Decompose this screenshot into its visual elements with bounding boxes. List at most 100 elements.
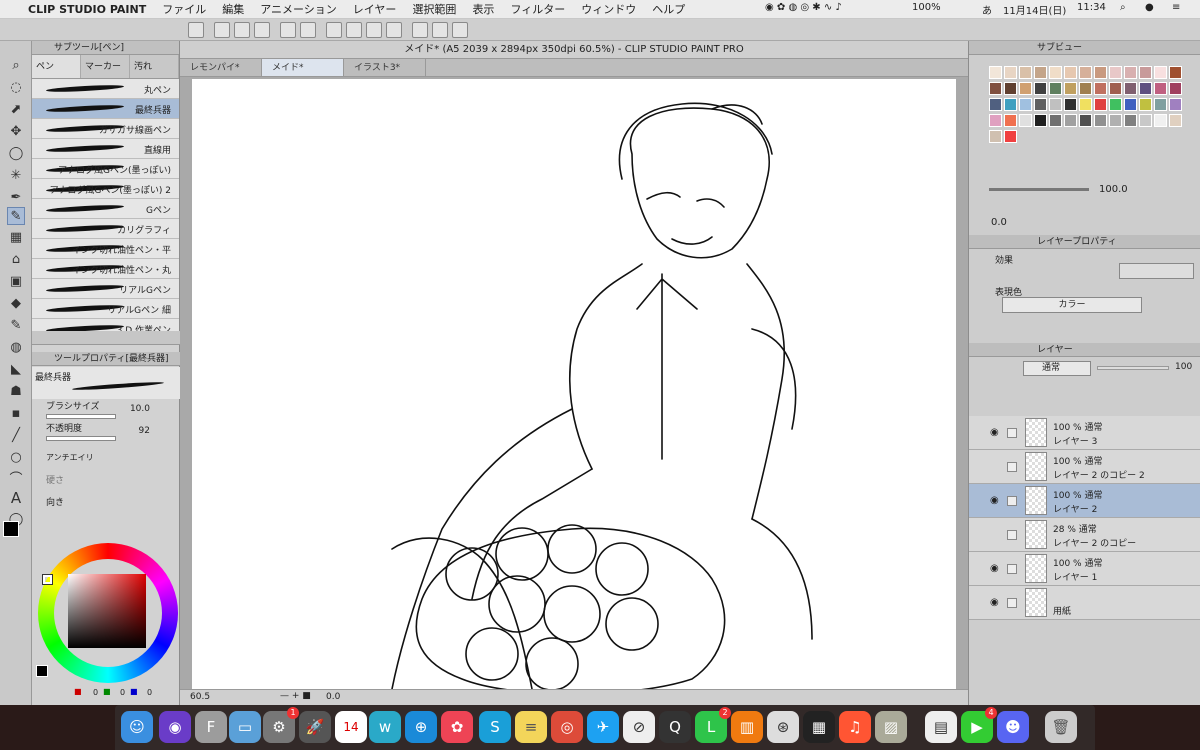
figure-tool-icon[interactable]: ☗	[7, 383, 25, 401]
brush-item[interactable]: リアルGペン 細	[32, 299, 179, 319]
brush-item[interactable]: アナログ風Gペン(墨っぽい) 2	[32, 179, 179, 199]
opacity-value[interactable]: 92	[139, 425, 150, 437]
document-icon[interactable]: ▤	[925, 711, 957, 743]
brush-item[interactable]: アナログ風Gペン(墨っぽい)	[32, 159, 179, 179]
layer-checkbox[interactable]	[1007, 598, 1017, 608]
save-file-icon[interactable]	[254, 22, 270, 38]
ruler-tool-icon[interactable]: ⌒	[7, 471, 25, 489]
open-file-icon[interactable]	[234, 22, 250, 38]
final-cut-icon[interactable]: ▦	[803, 711, 835, 743]
clip-studio-dock-icon[interactable]: ⊘	[623, 711, 655, 743]
siri-icon[interactable]: ●	[1145, 2, 1154, 13]
palette-swatch[interactable]	[1064, 82, 1077, 95]
input-method[interactable]: あ	[982, 2, 992, 17]
palette-swatch[interactable]	[989, 82, 1002, 95]
palette-swatch[interactable]	[1094, 82, 1107, 95]
palette-swatch[interactable]	[1064, 114, 1077, 127]
palette-swatch[interactable]	[1109, 114, 1122, 127]
transform-icon[interactable]	[386, 22, 402, 38]
subview-zoom-value[interactable]: 100.0	[1099, 184, 1128, 195]
layer-checkbox[interactable]	[1007, 530, 1017, 540]
saturation-value-square[interactable]	[68, 574, 146, 648]
brush-item[interactable]: インク切れ油性ペン・丸	[32, 259, 179, 279]
palette-swatch[interactable]	[1139, 82, 1152, 95]
palette-swatch[interactable]	[1094, 66, 1107, 79]
clip-studio-paint-icon[interactable]: ⊛	[767, 711, 799, 743]
notes-icon[interactable]: ≡	[515, 711, 547, 743]
tab-marker[interactable]: マーカー	[81, 55, 130, 78]
tab-lemon-pie[interactable]: レモンパイ*	[180, 59, 262, 76]
palette-swatch[interactable]	[1019, 82, 1032, 95]
layer-checkbox[interactable]	[1007, 564, 1017, 574]
palette-swatch[interactable]	[1064, 98, 1077, 111]
palette-swatch[interactable]	[1169, 98, 1182, 111]
color-palette[interactable]	[989, 66, 1189, 158]
palette-swatch[interactable]	[1064, 66, 1077, 79]
palette-swatch[interactable]	[1154, 98, 1167, 111]
menu-filter[interactable]: フィルター	[510, 1, 565, 17]
palette-swatch[interactable]	[1169, 66, 1182, 79]
time-label[interactable]: 11:34	[1077, 2, 1106, 13]
finder-icon[interactable]: ☺	[121, 711, 153, 743]
clear-icon[interactable]	[326, 22, 342, 38]
line-icon[interactable]: L2	[695, 707, 731, 743]
new-file-icon[interactable]	[214, 22, 230, 38]
antialias-row[interactable]: アンチエイリ	[32, 445, 180, 471]
menu-file[interactable]: ファイル	[162, 1, 206, 17]
direction-row[interactable]: 向き	[32, 493, 180, 515]
palette-swatch[interactable]	[1079, 98, 1092, 111]
brush-item[interactable]: カリグラフィ	[32, 219, 179, 239]
font-book-icon[interactable]: F	[195, 711, 227, 743]
palette-swatch[interactable]	[1124, 66, 1137, 79]
hardness-row[interactable]: 硬さ	[32, 471, 180, 493]
undo-icon[interactable]	[280, 22, 296, 38]
subview-zoom-slider[interactable]	[989, 188, 1089, 191]
layer-opacity-slider[interactable]	[1097, 366, 1169, 370]
eye-icon[interactable]: ◉	[990, 563, 999, 574]
palette-swatch[interactable]	[989, 130, 1002, 143]
move-tool-icon[interactable]: ✥	[7, 123, 25, 141]
zoom-controls[interactable]: — + ■	[280, 691, 311, 701]
brush-item[interactable]: 丸ペン	[32, 79, 179, 99]
drawing-canvas[interactable]	[192, 79, 956, 695]
quicktime-icon[interactable]: Q	[659, 711, 691, 743]
redo-icon[interactable]	[300, 22, 316, 38]
palette-swatch[interactable]	[1139, 98, 1152, 111]
brush-size-slider[interactable]	[46, 414, 116, 419]
palette-swatch[interactable]	[1034, 98, 1047, 111]
palette-swatch[interactable]	[1049, 98, 1062, 111]
zoom-value[interactable]: 60.5	[190, 692, 210, 702]
menu-view[interactable]: 表示	[472, 1, 494, 17]
discord-icon[interactable]: ☻	[997, 711, 1029, 743]
selection-tool-icon[interactable]: ◯	[7, 145, 25, 163]
palette-swatch[interactable]	[1034, 114, 1047, 127]
show-selection-icon[interactable]	[452, 22, 468, 38]
menu-animation[interactable]: アニメーション	[260, 1, 337, 17]
object-tool-icon[interactable]: ⬈	[7, 101, 25, 119]
menu-edit[interactable]: 編集	[222, 1, 244, 17]
twitter-icon[interactable]: ✈	[587, 711, 619, 743]
layer-opacity-value[interactable]: 100	[1175, 362, 1192, 372]
palette-swatch[interactable]	[1079, 114, 1092, 127]
eye-icon[interactable]: ◉	[990, 597, 999, 608]
opacity-row[interactable]: 不透明度 92	[32, 423, 180, 445]
system-prefs-icon[interactable]: ⚙ 1	[263, 707, 299, 743]
palette-swatch[interactable]	[989, 98, 1002, 111]
clear-outside-icon[interactable]	[346, 22, 362, 38]
photos-icon[interactable]: ✿	[441, 711, 473, 743]
zoom-tool-icon[interactable]: ⌕	[7, 57, 25, 75]
preview-icon[interactable]: ▭	[229, 711, 261, 743]
shape-tool-icon[interactable]: ○	[7, 449, 25, 467]
palette-swatch[interactable]	[1094, 98, 1107, 111]
trash-icon[interactable]: 🗑	[1045, 711, 1077, 743]
auto-select-icon[interactable]: ✳	[7, 167, 25, 185]
layer-row[interactable]: ◉ 100 % 通常 レイヤー 3	[969, 416, 1200, 450]
fill-icon[interactable]	[366, 22, 382, 38]
gradient-tool-icon[interactable]: ▪	[7, 405, 25, 423]
books-icon[interactable]: ▥	[731, 711, 763, 743]
clip-studio-icon[interactable]	[188, 22, 204, 38]
safari-icon[interactable]: ⊕	[405, 711, 437, 743]
w-app-icon[interactable]: w	[369, 711, 401, 743]
pen2-tool-icon[interactable]: ✎	[7, 317, 25, 335]
palette-swatch[interactable]	[1079, 82, 1092, 95]
